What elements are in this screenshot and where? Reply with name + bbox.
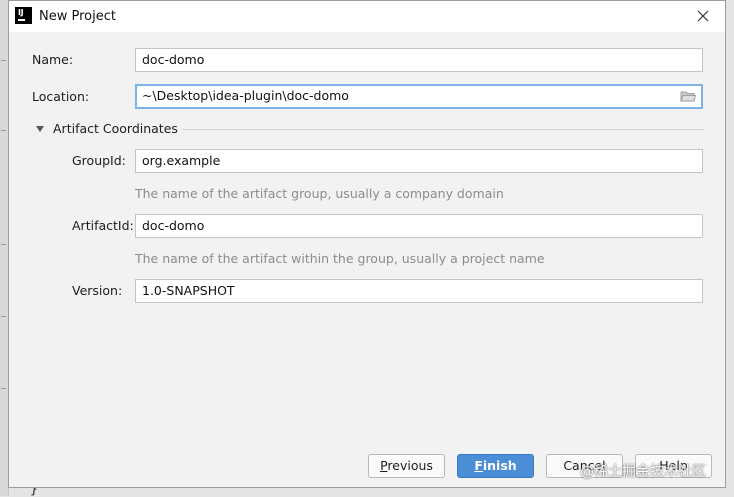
name-input[interactable]: doc-domo [135,48,703,72]
artifactid-label: ArtifactId: [72,218,134,233]
chevron-down-icon [36,126,44,132]
location-label: Location: [32,89,90,104]
close-icon[interactable] [693,6,713,26]
section-title: Artifact Coordinates [53,121,178,136]
folder-icon[interactable] [680,89,697,103]
gutter-mark [1,316,6,317]
name-label: Name: [32,52,74,67]
groupid-hint: The name of the artifact group, usually … [135,186,504,201]
previous-button[interactable]: Previous [368,454,445,478]
artifact-coordinates-toggle[interactable]: Artifact Coordinates [34,121,704,136]
gutter-mark [1,388,6,389]
dialog-title: New Project [39,9,116,24]
artifactid-hint: The name of the artifact within the grou… [135,251,545,266]
new-project-dialog: IJ New Project Name: doc-domo Location: … [8,0,726,488]
location-input[interactable]: ~\Desktop\idea-plugin\doc-domo [135,84,703,109]
gutter-mark [1,60,6,61]
version-input[interactable]: 1.0-SNAPSHOT [135,279,703,303]
version-label: Version: [72,283,123,298]
gutter-mark [1,130,6,131]
finish-button[interactable]: Finish [457,454,534,478]
intellij-icon: IJ [15,7,32,24]
dialog-titlebar: IJ New Project [9,1,725,32]
location-value: ~\Desktop\idea-plugin\doc-domo [142,88,349,103]
artifactid-input[interactable]: doc-domo [135,214,703,238]
groupid-label: GroupId: [72,153,126,168]
groupid-input[interactable]: org.example [135,149,703,173]
watermark: @稀土掘金技术社区 [580,464,706,480]
divider [182,129,704,130]
gutter-mark [1,244,6,245]
